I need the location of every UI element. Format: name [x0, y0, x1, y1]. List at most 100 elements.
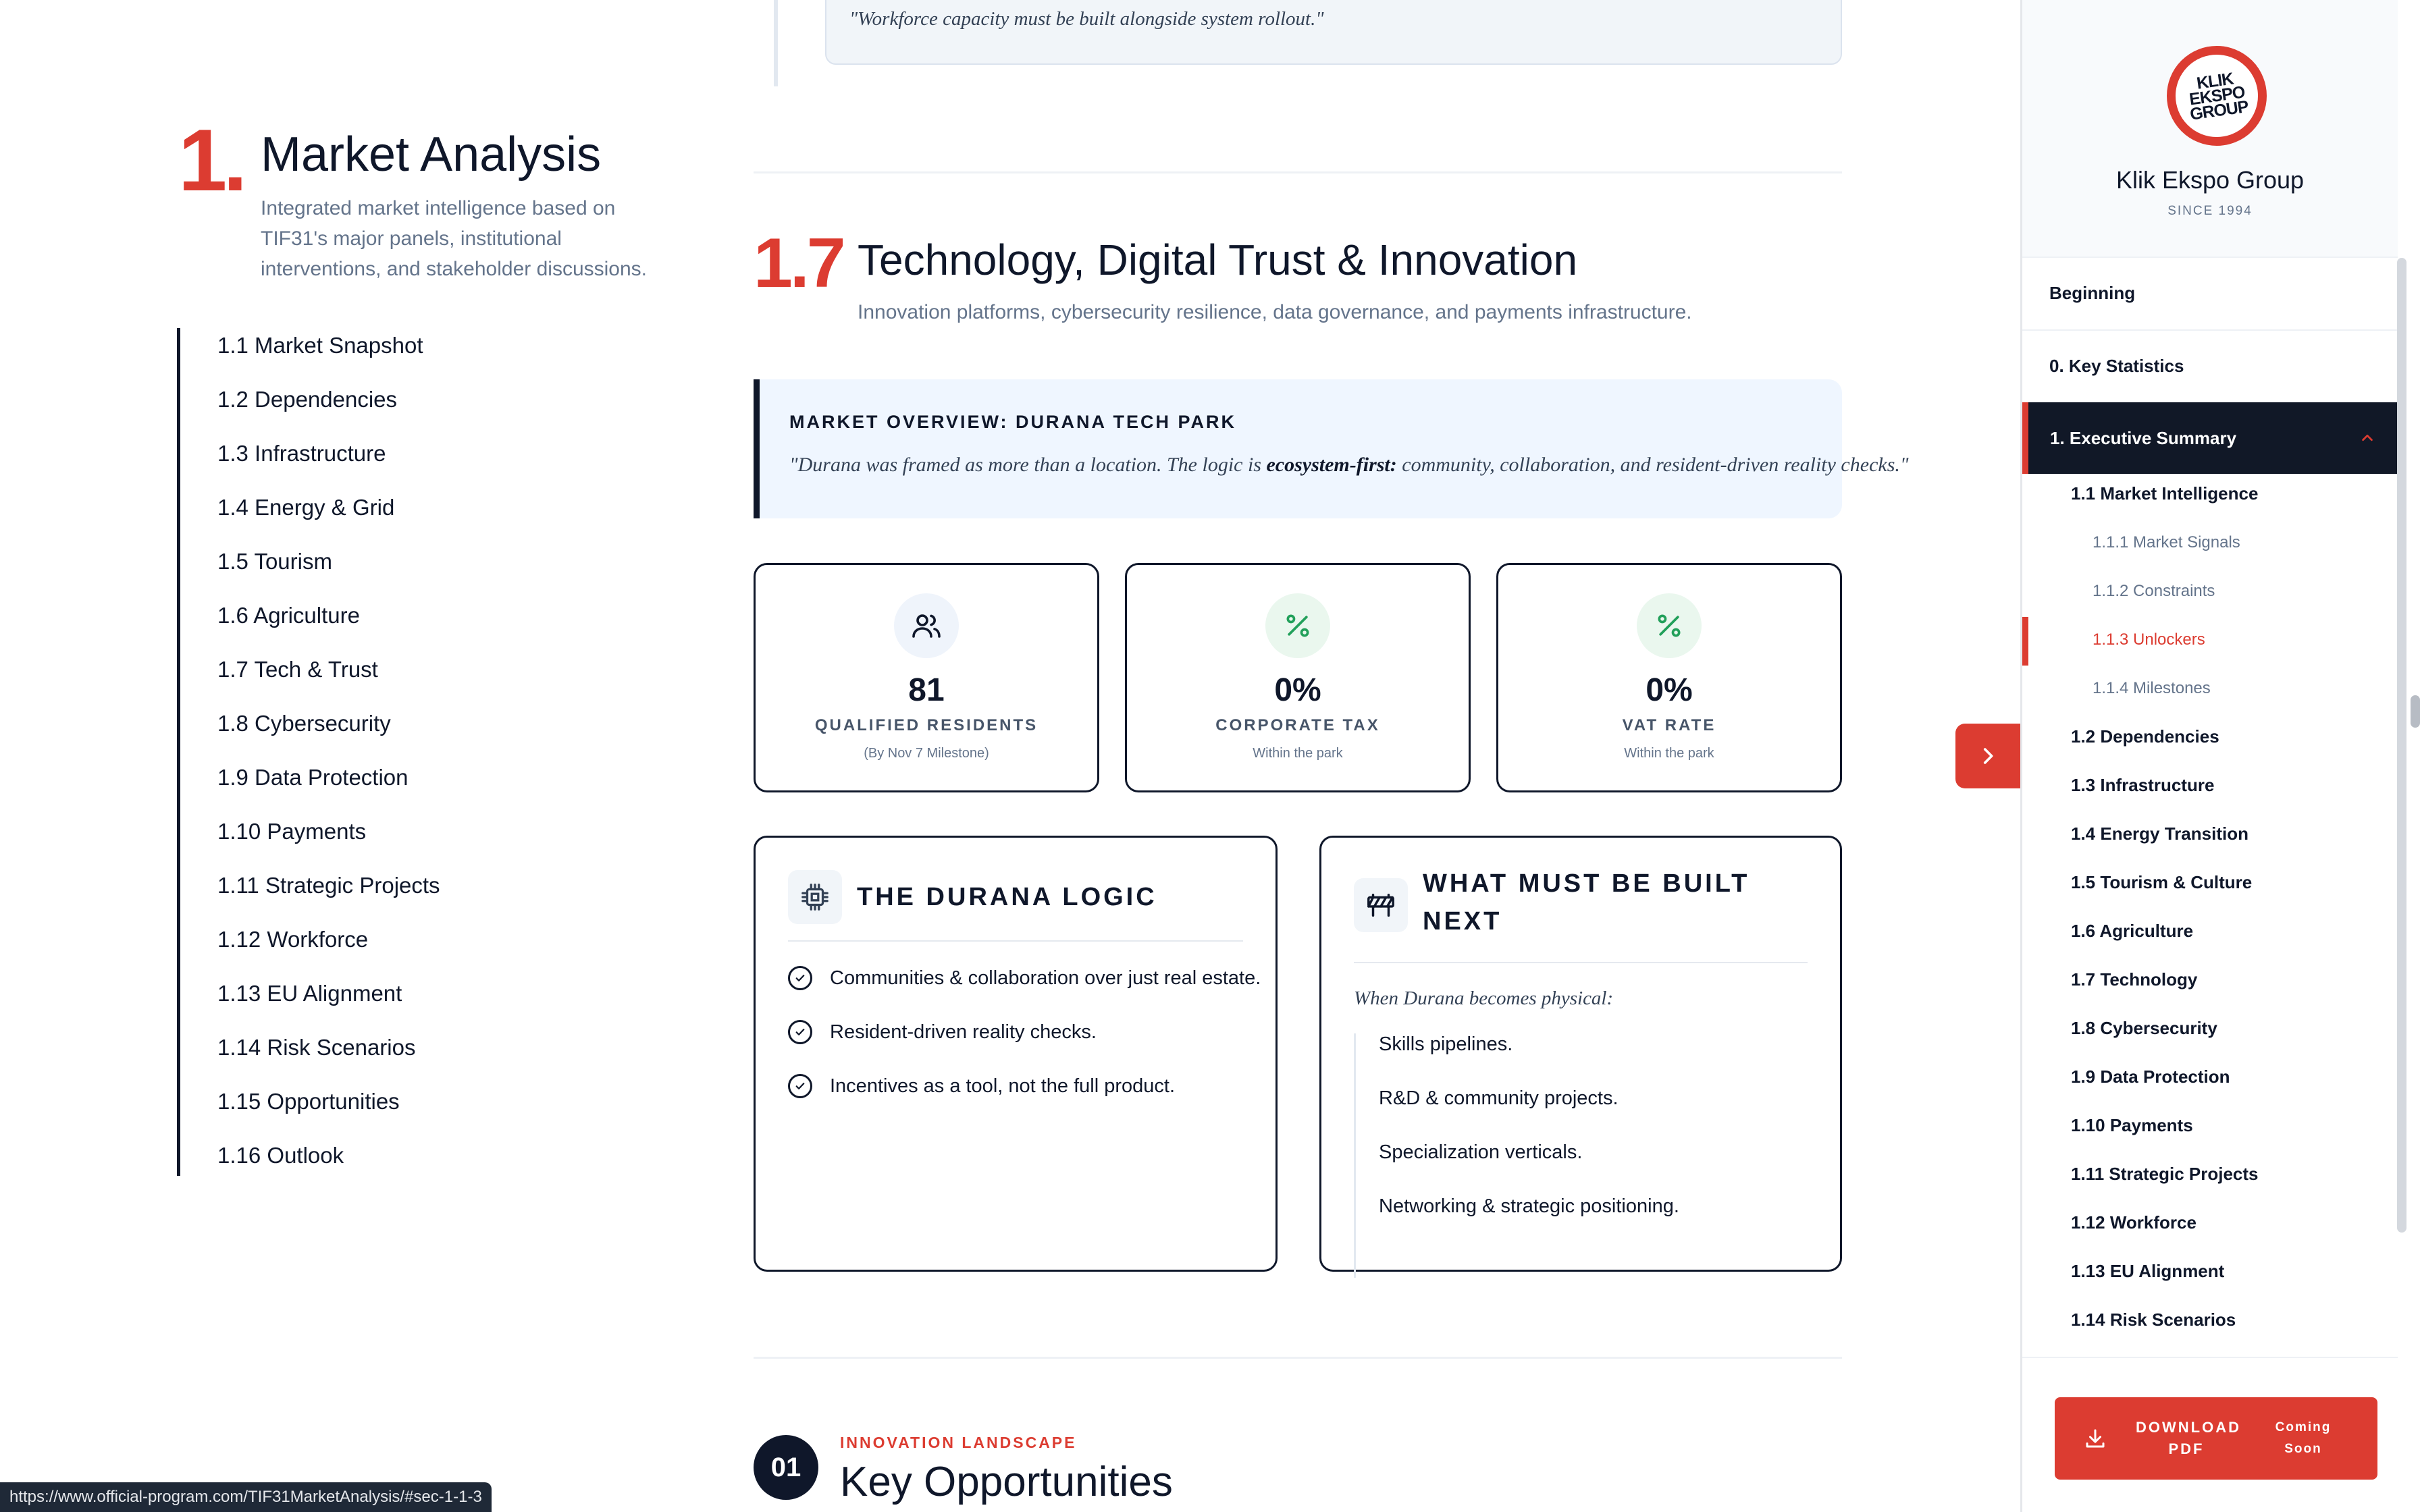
sidebar-subitem[interactable]: 1.14 Risk Scenarios [2071, 1310, 2236, 1330]
toc-item[interactable]: 1.1 Market Snapshot [217, 328, 423, 382]
subsection-subtitle: Innovation platforms, cybersecurity resi… [858, 301, 1692, 323]
section-title: Market Analysis [261, 128, 602, 182]
brand-since: SINCE 1994 [2167, 204, 2253, 218]
stat-note: Within the park [1253, 746, 1343, 761]
stat-card-corporate-tax: 0% CORPORATE TAX Within the park [1125, 563, 1471, 792]
workforce-quote-text: "Workforce capacity must be built alongs… [849, 8, 1324, 30]
section-toc: 1.1 Market Snapshot 1.2 Dependencies 1.3… [177, 328, 447, 1176]
sidebar-item-executive-summary[interactable]: 1. Executive Summary [2022, 402, 2398, 474]
sidebar-item-label: 1. Executive Summary [2050, 428, 2237, 448]
built-card-title-line: WHAT MUST BE BUILT [1423, 869, 1750, 898]
quote-rule [774, 0, 778, 86]
stat-note: Within the park [1624, 746, 1714, 761]
status-bar-url: https://www.official-program.com/TIF31Ma… [0, 1482, 492, 1512]
percent-icon [1637, 593, 1702, 658]
overview-quote-start: "Durana was framed as more than a locati… [789, 454, 1267, 476]
sidebar-subitem[interactable]: 1.11 Strategic Projects [2071, 1164, 2258, 1185]
next-section-title: Key Opportunities [840, 1459, 1173, 1505]
check-circle-icon [788, 1020, 812, 1044]
toc-item[interactable]: 1.11 Strategic Projects [217, 868, 440, 922]
toc-item[interactable]: 1.4 Energy & Grid [217, 490, 394, 544]
workforce-quote: "Workforce capacity must be built alongs… [825, 0, 1842, 65]
list-item: Networking & strategic positioning. [1379, 1195, 1679, 1217]
card-divider [788, 940, 1243, 942]
list-item-text: Resident-driven reality checks. [830, 1021, 1097, 1043]
card-divider [1354, 962, 1808, 963]
sidebar-subitem[interactable]: 1.1.2 Constraints [2093, 582, 2215, 601]
stat-value: 0% [1646, 672, 1693, 708]
sidebar: KLIK EKSPO GROUP Klik Ekspo Group SINCE 19… [2020, 0, 2420, 1512]
toc-item[interactable]: 1.10 Payments [217, 814, 366, 868]
active-item-marker [2022, 617, 2028, 666]
stat-card-residents: 81 QUALIFIED RESIDENTS (By Nov 7 Milesto… [754, 563, 1099, 792]
download-pdf-button[interactable]: DOWNLOAD PDF Coming Soon [2055, 1397, 2377, 1480]
sidebar-subitem[interactable]: 1.5 Tourism & Culture [2071, 872, 2252, 893]
sidebar-toggle-button[interactable] [1955, 724, 2020, 788]
toc-item[interactable]: 1.6 Agriculture [217, 598, 360, 652]
list-item-text: Communities & collaboration over just re… [830, 967, 1261, 989]
stat-note: (By Nov 7 Milestone) [864, 746, 989, 761]
sidebar-subitem[interactable]: 1.6 Agriculture [2071, 921, 2193, 942]
toc-item[interactable]: 1.13 EU Alignment [217, 976, 402, 1030]
sidebar-subitem-active[interactable]: 1.1.3 Unlockers [2093, 630, 2205, 649]
section-number: 1. [178, 111, 247, 209]
sidebar-subitem[interactable]: 1.13 EU Alignment [2071, 1261, 2224, 1282]
sidebar-subitem[interactable]: 1.10 Payments [2071, 1115, 2193, 1136]
section-subtitle: Integrated market intelligence based on … [261, 197, 647, 280]
brand-logo[interactable]: KLIK EKSPO GROUP [2167, 46, 2267, 146]
sidebar-subitem[interactable]: 1.12 Workforce [2071, 1212, 2197, 1233]
toc-item[interactable]: 1.16 Outlook [217, 1138, 344, 1192]
sidebar-subitem[interactable]: 1.1.4 Milestones [2093, 679, 2211, 698]
toc-item[interactable]: 1.5 Tourism [217, 544, 332, 598]
sidebar-header: KLIK EKSPO GROUP Klik Ekspo Group SINCE 19… [2022, 0, 2398, 256]
overview-quote-end: community, collaboration, and resident-d… [1396, 454, 1909, 476]
sidebar-subitem[interactable]: 1.3 Infrastructure [2071, 775, 2214, 796]
sidebar-subitem[interactable]: 1.2 Dependencies [2071, 726, 2219, 747]
sidebar-item-key-statistics[interactable]: 0. Key Statistics [2022, 329, 2398, 401]
logic-card-title: THE DURANA LOGIC [857, 883, 1157, 911]
sidebar-subitem[interactable]: 1.1 Market Intelligence [2071, 483, 2258, 504]
chevron-up-icon [2362, 434, 2373, 441]
list-item: Skills pipelines. [1379, 1033, 1513, 1055]
download-label: DOWNLOAD PDF [2136, 1419, 2241, 1457]
stat-value: 81 [908, 672, 945, 708]
toc-item[interactable]: 1.9 Data Protection [217, 760, 409, 814]
sidebar-subitem[interactable]: 1.9 Data Protection [2071, 1066, 2230, 1087]
toc-item[interactable]: 1.8 Cybersecurity [217, 706, 391, 760]
toc-item[interactable]: 1.7 Tech & Trust [217, 652, 378, 706]
toc-item[interactable]: 1.14 Risk Scenarios [217, 1030, 415, 1084]
next-section-label: INNOVATION LANDSCAPE [840, 1434, 1077, 1451]
construction-barrier-icon [1354, 878, 1408, 932]
toc-item[interactable]: 1.2 Dependencies [217, 382, 397, 436]
toc-item[interactable]: 1.3 Infrastructure [217, 436, 386, 490]
list-item: Communities & collaboration over just re… [788, 966, 1261, 990]
section-divider [754, 171, 1842, 173]
built-card-title: WHAT MUST BE BUILT NEXT [1423, 865, 1750, 940]
sidebar-scrollbar[interactable] [2397, 258, 2406, 1233]
built-card-title-line: NEXT [1423, 907, 1502, 936]
sidebar-item-beginning[interactable]: Beginning [2022, 256, 2398, 328]
overview-quote-emphasis: ecosystem-first: [1266, 454, 1397, 476]
download-status: Coming Soon [2275, 1420, 2332, 1456]
page-scrollbar-thumb[interactable] [2411, 695, 2420, 728]
sidebar-subitem[interactable]: 1.1.1 Market Signals [2093, 533, 2240, 552]
toc-item[interactable]: 1.12 Workforce [217, 922, 368, 976]
chip-icon [788, 870, 842, 924]
section-badge: 01 [754, 1435, 818, 1500]
list-item: Specialization verticals. [1379, 1141, 1583, 1163]
sidebar-subitem[interactable]: 1.8 Cybersecurity [2071, 1018, 2217, 1039]
check-circle-icon [788, 1074, 812, 1098]
built-next-card: WHAT MUST BE BUILT NEXT When Durana beco… [1319, 836, 1842, 1278]
built-list: Skills pipelines. R&D & community projec… [1354, 1033, 1759, 1278]
stat-card-vat-rate: 0% VAT RATE Within the park [1496, 563, 1842, 792]
stat-label: VAT RATE [1622, 716, 1716, 734]
download-icon [2086, 1429, 2105, 1448]
overview-quote: "Durana was framed as more than a locati… [789, 454, 1908, 477]
stat-label: CORPORATE TAX [1215, 716, 1380, 734]
sidebar-subitem[interactable]: 1.7 Technology [2071, 969, 2197, 990]
subsection-title: Technology, Digital Trust & Innovation [858, 236, 1578, 284]
toc-item[interactable]: 1.15 Opportunities [217, 1084, 400, 1138]
list-item: Resident-driven reality checks. [788, 1020, 1097, 1044]
sidebar-subitem[interactable]: 1.4 Energy Transition [2071, 824, 2248, 844]
list-item: Incentives as a tool, not the full produ… [788, 1074, 1175, 1098]
